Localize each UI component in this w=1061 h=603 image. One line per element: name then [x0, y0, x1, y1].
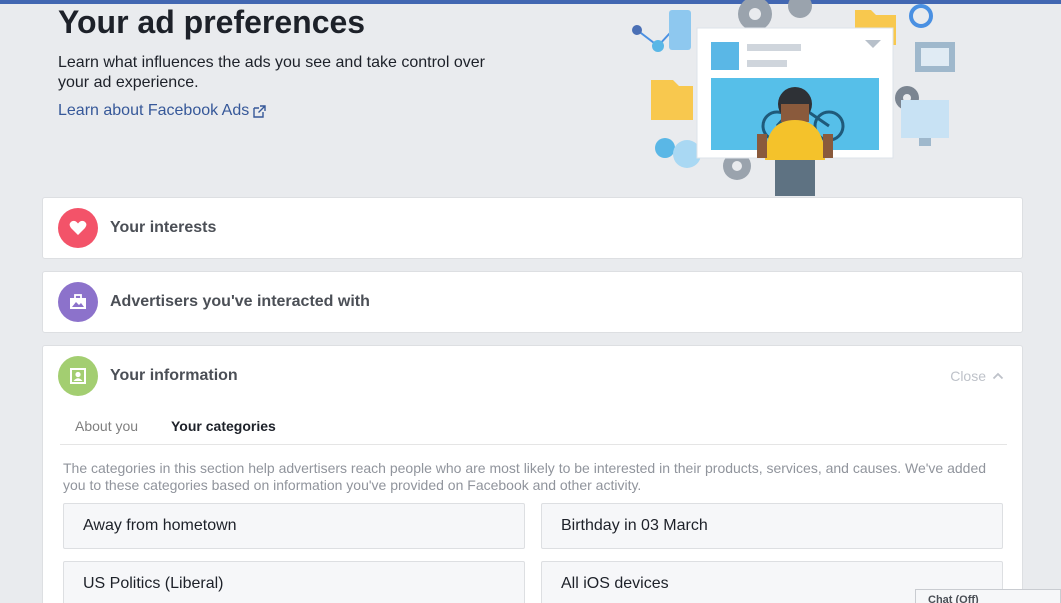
- advertisers-section[interactable]: Advertisers you've interacted with: [42, 271, 1023, 333]
- tab-about-you[interactable]: About you: [75, 417, 138, 435]
- briefcase-icon: [58, 282, 98, 322]
- section-title: Your interests: [110, 219, 217, 236]
- learn-about-ads-link[interactable]: Learn about Facebook Ads: [58, 101, 266, 121]
- clock-icon: [909, 4, 933, 28]
- ad-preferences-illustration: [632, 0, 955, 196]
- learn-link-label: Learn about Facebook Ads: [58, 102, 250, 119]
- categories-description: The categories in this section help adve…: [63, 460, 987, 493]
- external-link-icon: [253, 104, 266, 118]
- phone-icon: [669, 10, 691, 50]
- interests-section[interactable]: Your interests: [42, 197, 1023, 259]
- your-information-header[interactable]: Your information: [43, 346, 1022, 406]
- your-information-section: Your information Close About you Your ca…: [42, 345, 1023, 603]
- chevron-up-icon: [992, 372, 1004, 380]
- info-tabs: About you Your categories: [60, 406, 1007, 445]
- section-title: Advertisers you've interacted with: [110, 293, 370, 310]
- id-card-icon: [58, 356, 98, 396]
- page-title: Your ad preferences: [58, 4, 366, 40]
- close-button[interactable]: Close: [950, 368, 1004, 384]
- close-label: Close: [950, 368, 986, 384]
- category-item[interactable]: Away from hometown: [63, 503, 525, 549]
- tab-your-categories[interactable]: Your categories: [171, 417, 276, 435]
- section-title: Your information: [110, 367, 238, 384]
- chat-tab[interactable]: Chat (Off): [915, 589, 1061, 603]
- heart-icon: [58, 208, 98, 248]
- category-item[interactable]: Birthday in 03 March: [541, 503, 1003, 549]
- page-description: Learn what influences the ads you see an…: [58, 54, 485, 91]
- category-item[interactable]: US Politics (Liberal): [63, 561, 525, 603]
